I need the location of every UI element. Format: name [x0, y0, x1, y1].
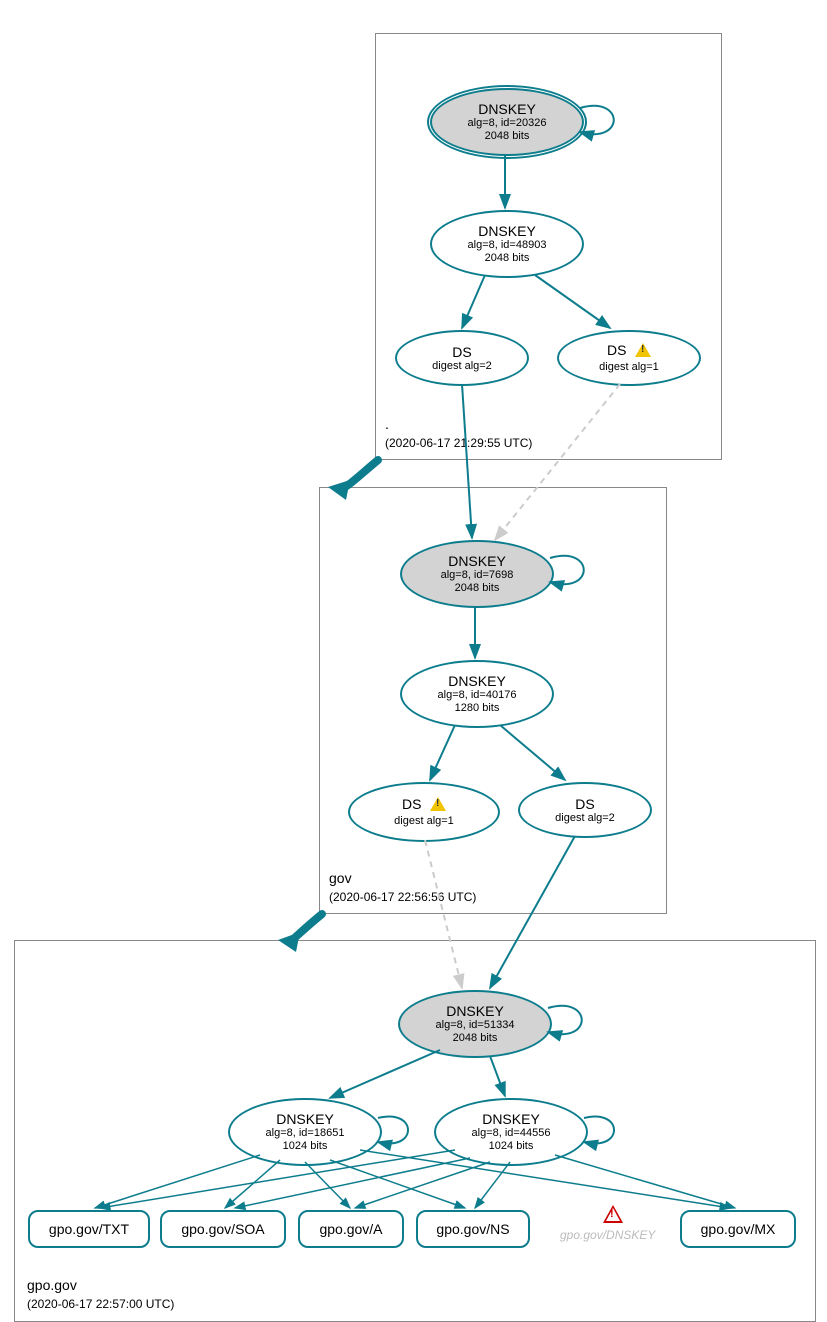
zone-gpo-ts: (2020-06-17 22:57:00 UTC): [27, 1297, 174, 1311]
node-alg: alg=8, id=51334: [436, 1019, 515, 1032]
node-gov-zsk: DNSKEY alg=8, id=40176 1280 bits: [400, 660, 554, 728]
node-root-zsk: DNSKEY alg=8, id=48903 2048 bits: [430, 210, 584, 278]
leaf-txt: gpo.gov/TXT: [28, 1210, 150, 1248]
ghost-leaf-dnskey: gpo.gov/DNSKEY: [560, 1228, 655, 1242]
node-title: DNSKEY: [478, 223, 536, 239]
node-title: DNSKEY: [448, 673, 506, 689]
node-alg: alg=8, id=7698: [441, 569, 514, 582]
node-root-ds2: DS digest alg=2: [395, 330, 529, 386]
node-gpo-zsk2: DNSKEY alg=8, id=44556 1024 bits: [434, 1098, 588, 1166]
node-alg: alg=8, id=48903: [468, 239, 547, 252]
node-title: DS: [575, 796, 594, 812]
node-gov-ds2: DS digest alg=2: [518, 782, 652, 838]
error-icon: [603, 1205, 623, 1223]
node-alg: digest alg=1: [599, 361, 659, 374]
node-alg: alg=8, id=20326: [468, 117, 547, 130]
node-gpo-zsk1: DNSKEY alg=8, id=18651 1024 bits: [228, 1098, 382, 1166]
zone-root-ts: (2020-06-17 21:29:55 UTC): [385, 436, 532, 450]
node-bits: 2048 bits: [453, 1032, 498, 1045]
node-bits: 2048 bits: [485, 252, 530, 265]
node-bits: 1280 bits: [455, 702, 500, 715]
warning-icon: [430, 797, 446, 811]
node-alg: alg=8, id=44556: [472, 1127, 551, 1140]
warning-icon: [635, 343, 651, 357]
node-bits: 2048 bits: [485, 130, 530, 143]
node-bits: 2048 bits: [455, 582, 500, 595]
node-root-ksk: DNSKEY alg=8, id=20326 2048 bits: [430, 88, 584, 156]
zone-gov-label: gov: [329, 870, 352, 886]
zone-gpo-box: [14, 940, 816, 1322]
node-title: DNSKEY: [276, 1111, 334, 1127]
node-gov-ds1: DS digest alg=1: [348, 782, 500, 842]
node-alg: digest alg=2: [432, 360, 492, 373]
node-alg: digest alg=1: [394, 815, 454, 828]
node-bits: 1024 bits: [283, 1140, 328, 1153]
node-title: DNSKEY: [448, 553, 506, 569]
node-alg: alg=8, id=40176: [438, 689, 517, 702]
zone-gov-ts: (2020-06-17 22:56:56 UTC): [329, 890, 476, 904]
node-title: DNSKEY: [482, 1111, 540, 1127]
node-bits: 1024 bits: [489, 1140, 534, 1153]
leaf-a: gpo.gov/A: [298, 1210, 404, 1248]
node-title: DS: [607, 342, 626, 358]
node-title: DNSKEY: [446, 1003, 504, 1019]
node-title: DS: [452, 344, 471, 360]
node-alg: digest alg=2: [555, 812, 615, 825]
node-title: DNSKEY: [478, 101, 536, 117]
node-root-ds1: DS digest alg=1: [557, 330, 701, 386]
leaf-soa: gpo.gov/SOA: [160, 1210, 286, 1248]
node-title: DS: [402, 796, 421, 812]
node-gpo-ksk: DNSKEY alg=8, id=51334 2048 bits: [398, 990, 552, 1058]
node-gov-ksk: DNSKEY alg=8, id=7698 2048 bits: [400, 540, 554, 608]
node-alg: alg=8, id=18651: [266, 1127, 345, 1140]
leaf-ns: gpo.gov/NS: [416, 1210, 530, 1248]
leaf-mx: gpo.gov/MX: [680, 1210, 796, 1248]
zone-root-label: .: [385, 416, 389, 432]
zone-gpo-label: gpo.gov: [27, 1277, 77, 1293]
